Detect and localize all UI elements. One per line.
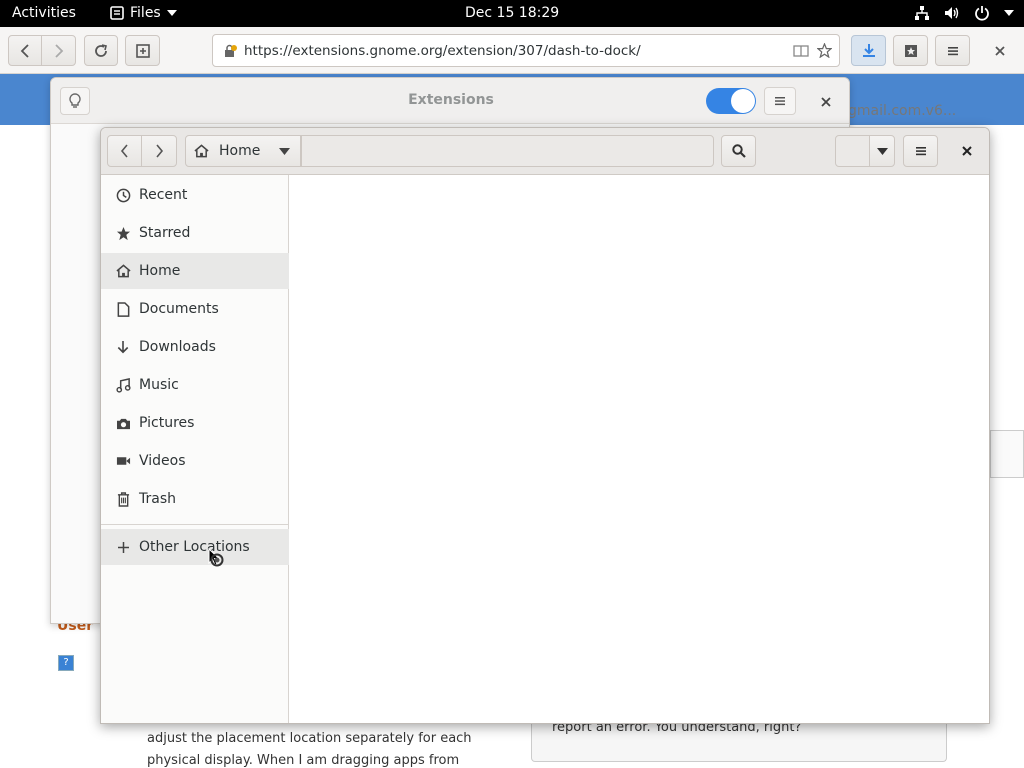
chevron-down-icon [1004, 10, 1014, 16]
file-chooser-dialog: Home Recent Starred Home Documents Downl… [100, 127, 990, 724]
sidebar-item-label: Downloads [139, 339, 216, 355]
dialog-back-button[interactable] [107, 135, 142, 167]
sidebar-item-label: Pictures [139, 415, 195, 431]
sidebar-item-downloads[interactable]: Downloads [101, 329, 289, 365]
reload-icon [95, 43, 107, 57]
url-text: https://extensions.gnome.org/extension/3… [244, 43, 641, 59]
app-menu-label: Files [130, 5, 161, 21]
top-bar: Activities Files Dec 15 18:29 [0, 0, 1024, 27]
hamburger-icon [947, 46, 958, 55]
home-icon [194, 144, 209, 158]
chevron-left-icon [120, 144, 128, 158]
star-icon [115, 225, 131, 241]
browser-menu-button[interactable] [935, 35, 970, 66]
close-icon [995, 46, 1005, 56]
path-bar-home-label: Home [219, 143, 261, 159]
sidebar-item-starred[interactable]: Starred [101, 215, 289, 251]
dialog-menu-button[interactable] [903, 135, 938, 167]
extensions-close-button[interactable] [814, 90, 838, 114]
lock-warning-icon [225, 44, 237, 57]
back-button[interactable] [8, 35, 42, 66]
activities-button[interactable]: Activities [12, 5, 76, 21]
url-bar[interactable]: https://extensions.gnome.org/extension/3… [212, 34, 840, 67]
chevron-down-icon [876, 147, 888, 155]
sidebar-item-label: Other Locations [139, 539, 250, 555]
search-icon [731, 144, 746, 158]
chevron-right-icon [54, 43, 63, 58]
chevron-left-icon [20, 43, 29, 58]
sidebar-item-label: Recent [139, 187, 188, 203]
review-text: adjust the placement location separately… [147, 731, 472, 768]
reload-button[interactable] [84, 35, 118, 66]
sidebar-item-label: Videos [139, 453, 186, 469]
close-icon [962, 146, 972, 156]
toggle-knob [731, 89, 755, 113]
sidebar-item-label: Starred [139, 225, 191, 241]
sidebar-item-other-locations[interactable]: Other Locations [101, 529, 289, 565]
extensions-menu-button[interactable] [764, 87, 796, 115]
sidebar-item-label: Documents [139, 301, 219, 317]
trash-icon [115, 491, 131, 507]
places-sidebar: Recent Starred Home Documents Downloads … [101, 175, 289, 723]
dialog-search-button[interactable] [721, 135, 756, 167]
browser-toolbar: https://extensions.gnome.org/extension/3… [0, 27, 1024, 74]
sidebar-item-videos[interactable]: Videos [101, 443, 289, 479]
dialog-forward-button[interactable] [141, 135, 177, 167]
download-icon [115, 339, 131, 355]
user-email[interactable]: gmail.com.v6... [848, 103, 956, 119]
sidebar-item-label: Music [139, 377, 179, 393]
dialog-header: Home [101, 128, 989, 175]
download-icon [862, 43, 875, 57]
sidebar-item-pictures[interactable]: Pictures [101, 405, 289, 441]
app-menu[interactable]: Files [110, 5, 177, 21]
star-bookmark-icon[interactable] [817, 43, 832, 58]
files-app-icon [110, 6, 124, 20]
view-options-dropdown[interactable] [869, 135, 895, 167]
sidebar-item-label: Home [139, 263, 181, 279]
home-icon [115, 263, 131, 279]
volume-icon [945, 7, 959, 19]
browser-close-button[interactable] [990, 41, 1010, 61]
network-icon [915, 6, 929, 20]
chevron-right-icon [155, 144, 163, 158]
close-icon [821, 97, 831, 107]
reader-mode-icon[interactable] [793, 44, 809, 58]
mouse-cursor-icon [208, 548, 224, 567]
hamburger-icon [775, 97, 785, 106]
forward-button[interactable] [41, 35, 76, 66]
help-icon[interactable]: ? [58, 655, 74, 671]
music-icon [115, 377, 131, 393]
clock[interactable]: Dec 15 18:29 [465, 5, 559, 21]
chevron-down-icon [166, 10, 177, 16]
sidebar-item-label: Trash [139, 491, 176, 507]
system-menu[interactable] [914, 5, 1014, 21]
power-icon [975, 6, 989, 21]
new-tab-button[interactable] [125, 35, 160, 66]
path-bar-dropdown[interactable] [268, 135, 301, 167]
camera-icon [115, 415, 131, 431]
document-icon [115, 301, 131, 317]
plus-icon [115, 539, 131, 555]
sidebar-item-documents[interactable]: Documents [101, 291, 289, 327]
file-list-pane[interactable] [290, 175, 989, 723]
dialog-close-button[interactable] [953, 138, 981, 164]
clock-icon [115, 187, 131, 203]
new-tab-icon [135, 43, 150, 58]
location-entry[interactable] [301, 135, 714, 167]
video-icon [115, 453, 131, 469]
hamburger-icon [915, 147, 926, 156]
bookmarks-button[interactable] [893, 35, 928, 66]
view-mode-button[interactable] [835, 135, 870, 167]
sidebar-item-music[interactable]: Music [101, 367, 289, 403]
bookmarks-icon [904, 44, 917, 57]
sidebar-item-recent[interactable]: Recent [101, 177, 289, 213]
page-side-box [990, 430, 1024, 478]
chevron-down-icon [279, 147, 290, 155]
extensions-titlebar: Extensions [51, 78, 849, 124]
sidebar-item-home[interactable]: Home [101, 253, 289, 289]
extensions-toggle[interactable] [706, 88, 756, 114]
sidebar-item-trash[interactable]: Trash [101, 481, 289, 517]
sidebar-separator [101, 524, 289, 525]
downloads-button[interactable] [851, 35, 886, 66]
